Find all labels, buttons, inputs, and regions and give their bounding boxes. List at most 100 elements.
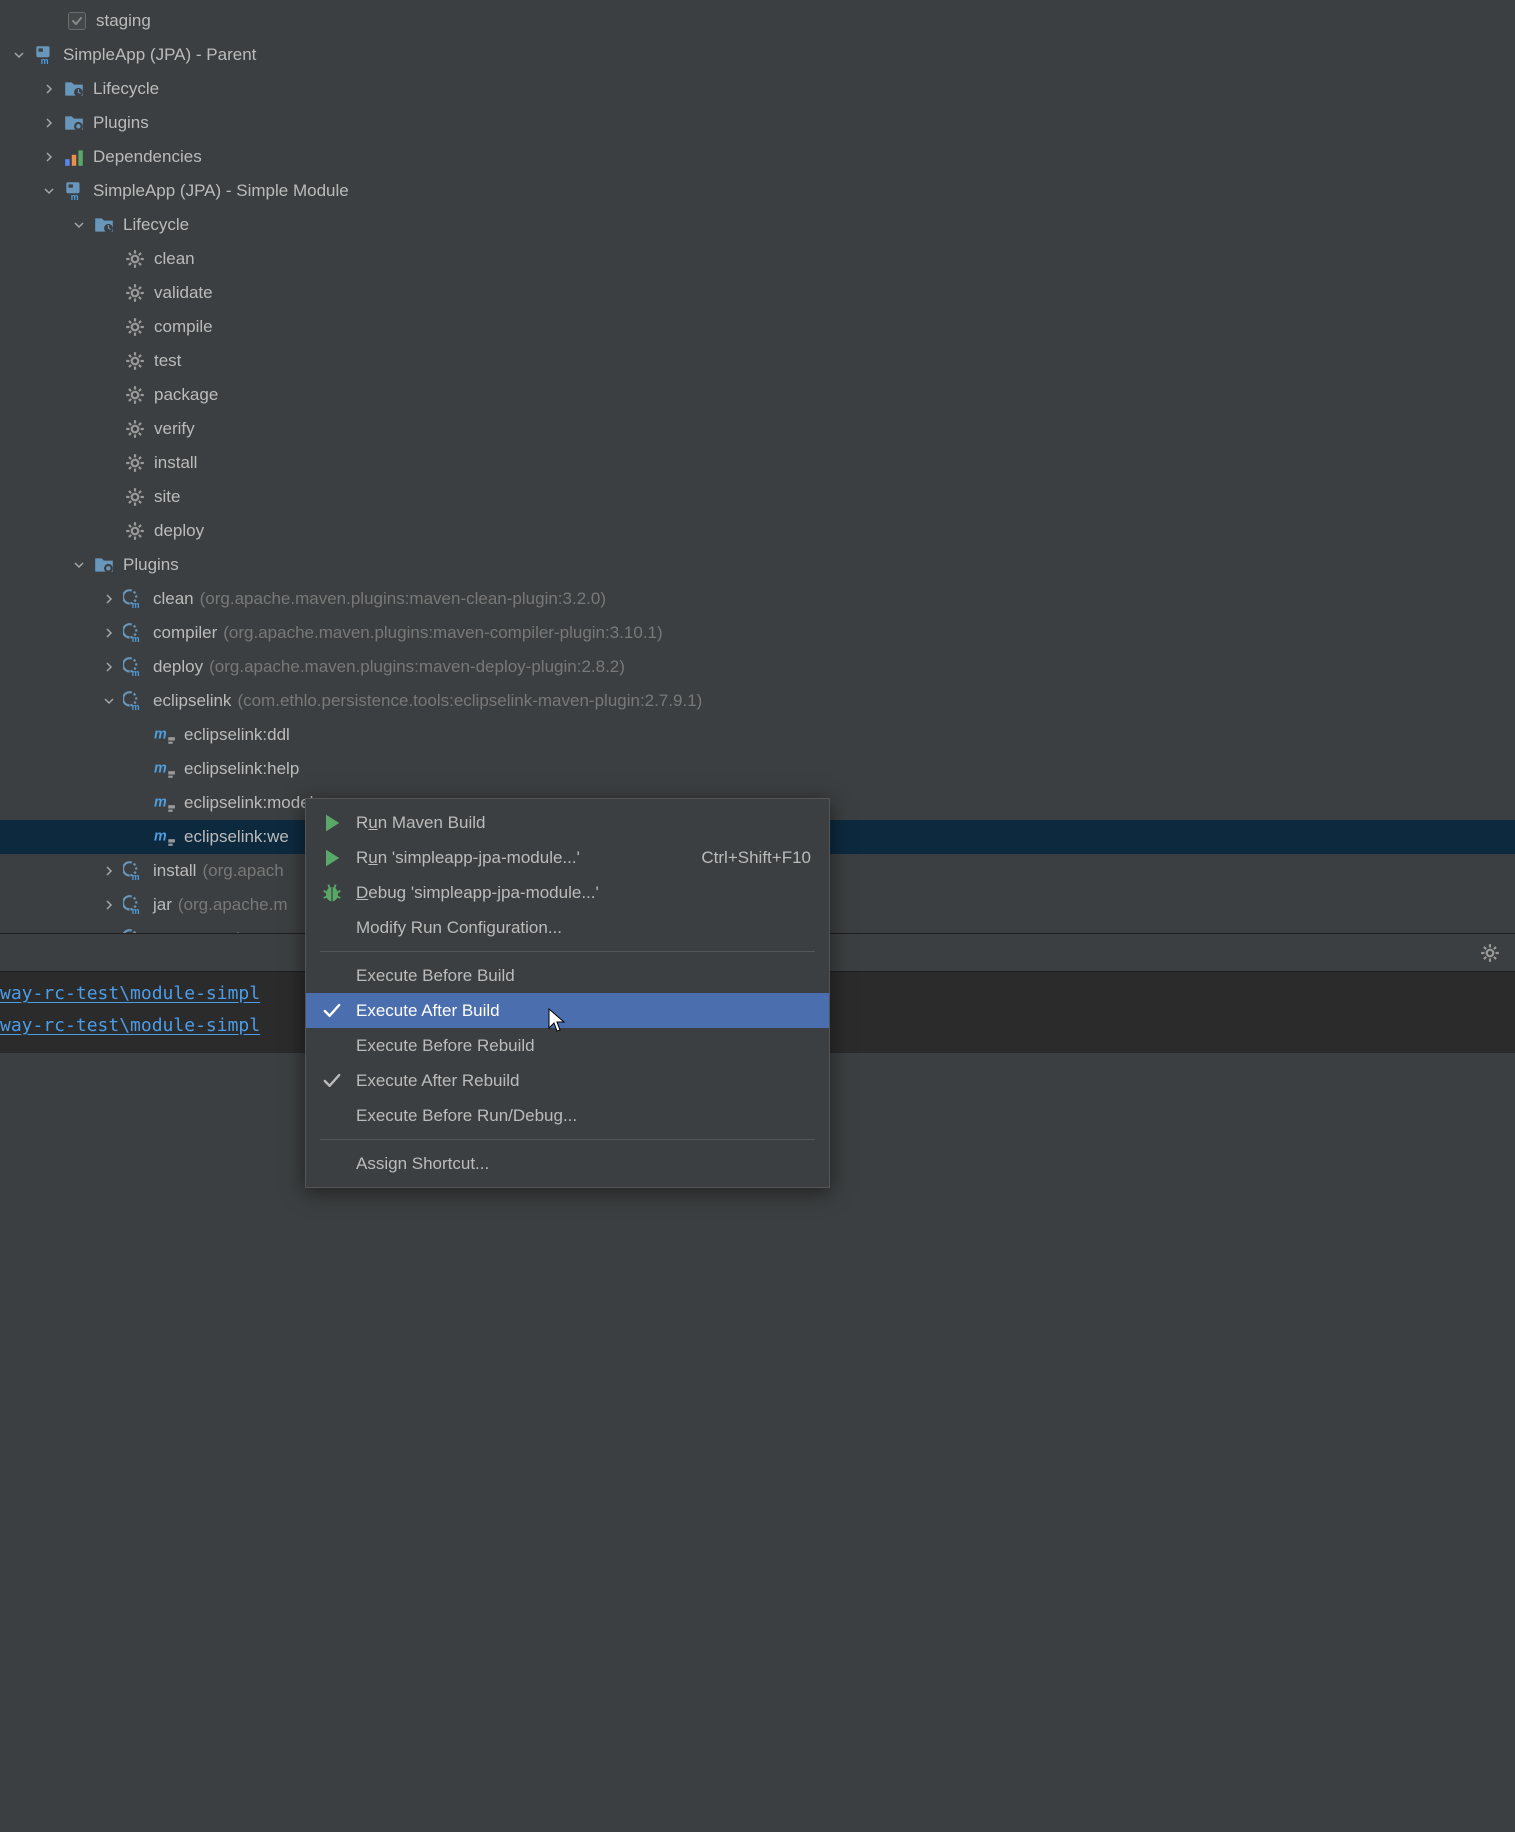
plugin-install-name: install — [153, 861, 196, 881]
plugin-eclipselink-name: eclipselink — [153, 691, 231, 711]
maven-project-icon: m — [33, 44, 55, 66]
goal-deploy-row[interactable]: deploy — [0, 514, 1515, 548]
goal-install-row[interactable]: install — [0, 446, 1515, 480]
ctx-run-module[interactable]: Run 'simpleapp-jpa-module...' Ctrl+Shift… — [306, 840, 829, 875]
module-lifecycle-label: Lifecycle — [123, 215, 189, 235]
chevron-right-icon[interactable] — [38, 146, 60, 168]
plugins-row[interactable]: Plugins — [0, 106, 1515, 140]
chevron-right-icon[interactable] — [98, 860, 120, 882]
maven-goal-icon: m — [154, 826, 176, 848]
gear-icon — [124, 452, 146, 474]
svg-text:m: m — [132, 906, 140, 916]
chevron-right-icon[interactable] — [98, 622, 120, 644]
ctx-run-module-shortcut: Ctrl+Shift+F10 — [701, 848, 811, 868]
ctx-modify-run-config[interactable]: Modify Run Configuration... — [306, 910, 829, 945]
ctx-assign-shortcut[interactable]: Assign Shortcut... — [306, 1146, 829, 1181]
el-goal-ddl-label: eclipselink:ddl — [184, 725, 290, 745]
lifecycle-row[interactable]: Lifecycle — [0, 72, 1515, 106]
maven-plugin-icon: m — [123, 894, 145, 916]
chevron-down-icon[interactable] — [68, 554, 90, 576]
gear-icon — [124, 282, 146, 304]
plugin-install-coord: (org.apach — [202, 861, 283, 881]
goal-validate-row[interactable]: validate — [0, 276, 1515, 310]
el-goal-help-label: eclipselink:help — [184, 759, 299, 779]
goal-site-row[interactable]: site — [0, 480, 1515, 514]
goal-verify-row[interactable]: verify — [0, 412, 1515, 446]
plugins-folder-icon — [93, 554, 115, 576]
goal-test-label: test — [154, 351, 181, 371]
plugin-jar-coord: (org.apache.m — [178, 895, 288, 915]
profile-staging-row[interactable]: staging — [0, 4, 1515, 38]
goal-validate-label: validate — [154, 283, 213, 303]
chevron-right-icon[interactable] — [98, 588, 120, 610]
blank-icon — [320, 1034, 344, 1058]
svg-text:m: m — [154, 828, 167, 844]
maven-goal-icon: m — [154, 758, 176, 780]
context-menu: Run Maven Build Run 'simpleapp-jpa-modul… — [305, 798, 830, 1188]
check-icon — [320, 1069, 344, 1093]
plugin-jar-name: jar — [153, 895, 172, 915]
dependencies-row[interactable]: Dependencies — [0, 140, 1515, 174]
chevron-down-icon[interactable] — [38, 180, 60, 202]
ctx-assign-shortcut-label: Assign Shortcut... — [356, 1154, 811, 1174]
ctx-run-maven-build[interactable]: Run Maven Build — [306, 805, 829, 840]
svg-text:m: m — [132, 872, 140, 882]
module-plugins-row[interactable]: Plugins — [0, 548, 1515, 582]
chevron-down-icon[interactable] — [98, 690, 120, 712]
plugin-eclipselink-coord: (com.ethlo.persistence.tools:eclipselink… — [237, 691, 702, 711]
ctx-exec-before-rebuild[interactable]: Execute Before Rebuild — [306, 1028, 829, 1063]
bug-icon — [320, 881, 344, 905]
goal-package-row[interactable]: package — [0, 378, 1515, 412]
chevron-down-icon[interactable] — [8, 44, 30, 66]
blank-icon — [320, 964, 344, 988]
gear-icon — [124, 520, 146, 542]
svg-text:m: m — [154, 794, 167, 810]
goal-deploy-label: deploy — [154, 521, 204, 541]
svg-text:m: m — [132, 600, 140, 610]
el-goal-ddl-row[interactable]: m eclipselink:ddl — [0, 718, 1515, 752]
plugin-compiler-row[interactable]: m compiler (org.apache.maven.plugins:mav… — [0, 616, 1515, 650]
maven-plugin-icon: m — [123, 588, 145, 610]
chevron-right-icon[interactable] — [98, 656, 120, 678]
lifecycle-label: Lifecycle — [93, 79, 159, 99]
module-simple-row[interactable]: m SimpleApp (JPA) - Simple Module — [0, 174, 1515, 208]
ctx-exec-after-build[interactable]: Execute After Build — [306, 993, 829, 1028]
plugin-deploy-row[interactable]: m deploy (org.apache.maven.plugins:maven… — [0, 650, 1515, 684]
maven-goal-icon: m — [154, 724, 176, 746]
ctx-run-maven-build-label: Run Maven Build — [356, 813, 811, 833]
maven-plugin-icon: m — [123, 860, 145, 882]
module-lifecycle-row[interactable]: Lifecycle — [0, 208, 1515, 242]
gear-icon — [124, 316, 146, 338]
chevron-right-icon[interactable] — [38, 78, 60, 100]
goal-compile-label: compile — [154, 317, 213, 337]
run-icon — [320, 811, 344, 835]
plugin-compiler-name: compiler — [153, 623, 217, 643]
chevron-down-icon[interactable] — [68, 214, 90, 236]
ctx-exec-before-build[interactable]: Execute Before Build — [306, 958, 829, 993]
ctx-debug-module-label: Debug 'simpleapp-jpa-module...' — [356, 883, 811, 903]
ctx-separator — [320, 1139, 815, 1140]
plugin-clean-coord: (org.apache.maven.plugins:maven-clean-pl… — [200, 589, 606, 609]
ctx-exec-before-run-debug-label: Execute Before Run/Debug... — [356, 1106, 811, 1126]
plugin-clean-row[interactable]: m clean (org.apache.maven.plugins:maven-… — [0, 582, 1515, 616]
ctx-exec-before-run-debug[interactable]: Execute Before Run/Debug... — [306, 1098, 829, 1133]
goal-site-label: site — [154, 487, 180, 507]
ctx-exec-after-rebuild[interactable]: Execute After Rebuild — [306, 1063, 829, 1098]
goal-clean-row[interactable]: clean — [0, 242, 1515, 276]
el-goal-help-row[interactable]: m eclipselink:help — [0, 752, 1515, 786]
ctx-debug-module[interactable]: Debug 'simpleapp-jpa-module...' — [306, 875, 829, 910]
chevron-right-icon[interactable] — [38, 112, 60, 134]
project-parent-label: SimpleApp (JPA) - Parent — [63, 45, 256, 65]
goal-package-label: package — [154, 385, 218, 405]
svg-text:m: m — [132, 634, 140, 644]
goal-compile-row[interactable]: compile — [0, 310, 1515, 344]
run-icon — [320, 846, 344, 870]
maven-plugin-icon: m — [123, 690, 145, 712]
settings-gear-icon[interactable] — [1479, 942, 1501, 964]
gear-icon — [124, 248, 146, 270]
goal-test-row[interactable]: test — [0, 344, 1515, 378]
plugin-eclipselink-row[interactable]: m eclipselink (com.ethlo.persistence.too… — [0, 684, 1515, 718]
project-parent-row[interactable]: m SimpleApp (JPA) - Parent — [0, 38, 1515, 72]
checkbox-icon[interactable] — [68, 12, 86, 30]
chevron-right-icon[interactable] — [98, 894, 120, 916]
